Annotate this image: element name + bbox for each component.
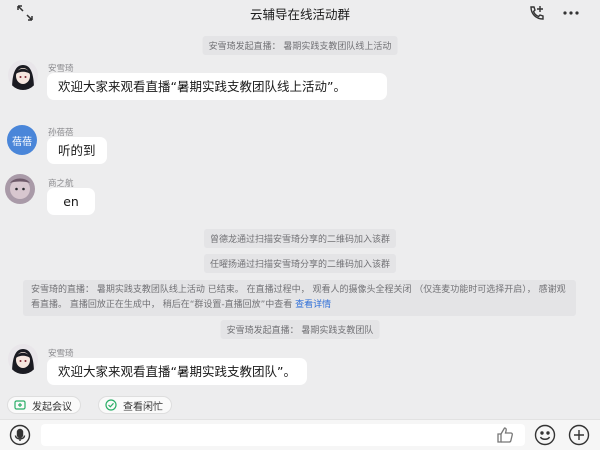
avatar[interactable]	[8, 60, 38, 90]
plus-icon[interactable]	[568, 424, 590, 446]
message-bubble[interactable]: 听的到	[47, 137, 107, 164]
view-schedule-label: 查看闲忙	[123, 401, 163, 413]
meeting-icon	[14, 400, 26, 410]
avatar[interactable]: 蓓蓓	[7, 125, 37, 155]
system-notice: 曾德龙通过扫描安雪琦分享的二维码加入该群	[203, 229, 397, 248]
system-notice: 安雪琦发起直播： 暑期实践支教团队	[220, 320, 380, 339]
view-details-link[interactable]: 查看详情	[295, 300, 331, 310]
avatar[interactable]	[5, 174, 35, 204]
chat-header: 云辅导在线活动群	[0, 0, 600, 26]
message-bubble[interactable]: 欢迎大家来观看直播“暑期实践支教团队线上活动”。	[47, 73, 387, 100]
avatar[interactable]	[8, 344, 38, 374]
phone-add-icon[interactable]	[528, 4, 546, 22]
system-notice: 安雪琦发起直播： 暑期实践支教团队线上活动	[202, 36, 398, 55]
message-bubble[interactable]: en	[47, 188, 95, 215]
start-meeting-label: 发起会议	[32, 401, 72, 413]
chat-title: 云辅导在线活动群	[249, 6, 350, 22]
more-dots-icon[interactable]	[562, 4, 580, 22]
input-bar	[0, 419, 600, 450]
emoji-icon[interactable]	[534, 424, 556, 446]
message-bubble[interactable]: 欢迎大家来观看直播“暑期实践支教团队”。	[47, 358, 307, 385]
start-meeting-button[interactable]: 发起会议	[7, 396, 81, 414]
schedule-icon	[105, 399, 117, 411]
voice-icon[interactable]	[9, 424, 31, 446]
message-input[interactable]	[41, 424, 525, 446]
view-schedule-button[interactable]: 查看闲忙	[98, 396, 172, 414]
thumbs-up-icon[interactable]	[495, 425, 515, 445]
system-notice: 任曜扬通过扫描安雪琦分享的二维码加入该群	[203, 254, 397, 273]
live-ended-notice: 安雪琦的直播： 暑期实践支教团队线上活动 已结束。 在直播过程中， 观看人的摄像…	[23, 280, 576, 316]
expand-icon[interactable]	[16, 4, 34, 22]
